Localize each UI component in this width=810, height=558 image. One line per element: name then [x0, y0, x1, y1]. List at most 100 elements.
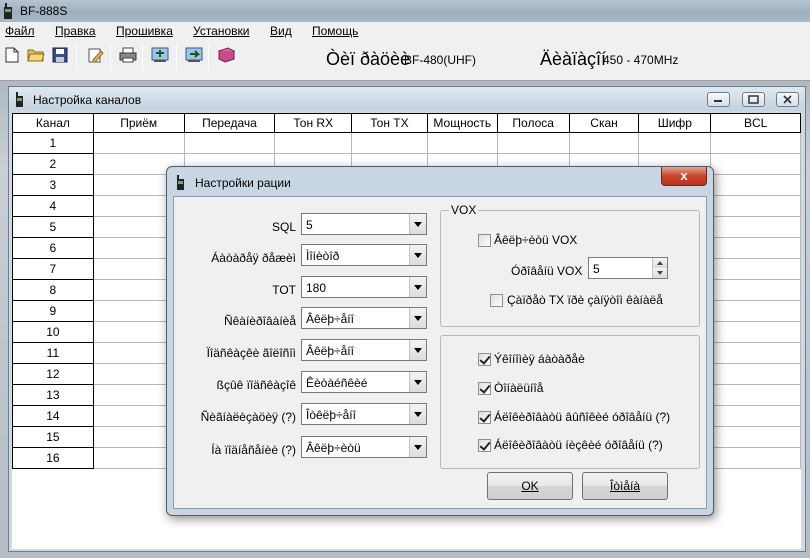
- table-cell[interactable]: [710, 405, 801, 427]
- table-cell[interactable]: [710, 132, 801, 154]
- table-cell[interactable]: [710, 174, 801, 196]
- sql-value: 5: [306, 218, 313, 232]
- table-cell[interactable]: [710, 426, 801, 448]
- column-header[interactable]: Скан: [568, 113, 640, 133]
- channel-number: 5: [12, 216, 94, 238]
- table-cell[interactable]: [710, 363, 801, 385]
- cancel-button[interactable]: Îòìåíà: [582, 472, 668, 500]
- spin-up-icon[interactable]: [652, 258, 667, 268]
- channel-number: 10: [12, 321, 94, 343]
- maximize-button[interactable]: [742, 92, 765, 107]
- menu-view[interactable]: Вид: [270, 24, 292, 38]
- scan-select[interactable]: Âêëþ÷åíî: [301, 307, 427, 329]
- table-cell[interactable]: [274, 132, 353, 154]
- table-cell[interactable]: [710, 279, 801, 301]
- table-cell[interactable]: [710, 384, 801, 406]
- sql-select[interactable]: 5: [301, 213, 427, 235]
- alarm-select[interactable]: Îòêëþ÷åíî: [301, 403, 427, 425]
- radio-settings-dialog: Настройки рации x SQL 5 Áàòàðåÿ ðåæèì Ìî…: [166, 166, 714, 516]
- menu-edit[interactable]: Правка: [55, 24, 96, 38]
- channels-window-title: Настройка каналов: [33, 93, 142, 107]
- ok-button-label: OK: [521, 479, 539, 493]
- channel-number: 9: [12, 300, 94, 322]
- table-cell[interactable]: [710, 216, 801, 238]
- column-header[interactable]: Мощность: [426, 113, 498, 133]
- menu-settings[interactable]: Установки: [193, 24, 249, 38]
- edit-icon[interactable]: [86, 45, 106, 65]
- high-level-checkbox[interactable]: [478, 411, 491, 424]
- toolbar-separator: [110, 44, 111, 70]
- column-header[interactable]: Канал: [12, 113, 94, 133]
- alarm-value: Îòêëþ÷åíî: [306, 408, 356, 422]
- table-cell[interactable]: [710, 195, 801, 217]
- table-cell[interactable]: [638, 132, 712, 154]
- chevron-down-icon: [409, 437, 426, 457]
- channel-number: 15: [12, 426, 94, 448]
- channel-number: 8: [12, 279, 94, 301]
- table-cell[interactable]: [568, 132, 640, 154]
- vox-enable-checkbox[interactable]: [478, 234, 491, 247]
- chevron-down-icon: [409, 404, 426, 424]
- table-cell[interactable]: [710, 321, 801, 343]
- column-header[interactable]: Приём: [92, 113, 185, 133]
- lift-select[interactable]: Âêëþ÷èòü: [301, 436, 427, 458]
- menu-firmware[interactable]: Прошивка: [116, 24, 173, 38]
- channel-number: 16: [12, 447, 94, 469]
- channel-number: 13: [12, 384, 94, 406]
- table-cell[interactable]: [496, 132, 570, 154]
- table-cell[interactable]: [710, 300, 801, 322]
- tone-checkbox[interactable]: [478, 382, 491, 395]
- vox-level-spinner[interactable]: 5: [588, 257, 668, 279]
- new-file-icon[interactable]: [2, 45, 22, 65]
- table-cell[interactable]: [92, 132, 185, 154]
- ok-button[interactable]: OK: [487, 472, 573, 500]
- channel-number: 7: [12, 258, 94, 280]
- print-icon[interactable]: [118, 45, 138, 65]
- vox-group-title: VOX: [449, 203, 479, 217]
- battery-mode-value: Ìîíèòîð: [306, 249, 340, 263]
- table-cell[interactable]: [351, 132, 428, 154]
- book-icon[interactable]: [216, 45, 236, 65]
- table-cell[interactable]: [710, 237, 801, 259]
- low-level-label: Áëîêèðîâàòü íèçêèé óðîâåíü (?): [494, 438, 663, 452]
- table-cell[interactable]: [710, 342, 801, 364]
- column-header[interactable]: Шифр: [638, 113, 712, 133]
- low-level-checkbox[interactable]: [478, 439, 491, 452]
- battery-save-checkbox[interactable]: [478, 353, 491, 366]
- busy-lockout-checkbox[interactable]: [490, 294, 503, 307]
- language-value: Êèòàéñêèé: [306, 376, 368, 390]
- column-header[interactable]: BCL: [710, 113, 801, 133]
- close-window-button[interactable]: [776, 92, 799, 107]
- tone-label: Òîíàëüíîå: [494, 381, 544, 395]
- minimize-button[interactable]: [707, 92, 730, 107]
- radio-icon: [16, 92, 23, 107]
- menu-file[interactable]: Файл: [5, 24, 35, 38]
- save-disk-icon[interactable]: [50, 45, 70, 65]
- battery-mode-select[interactable]: Ìîíèòîð: [301, 244, 427, 266]
- column-header[interactable]: Тон TX: [351, 113, 428, 133]
- language-select[interactable]: Êèòàéñêèé: [301, 371, 427, 393]
- read-radio-icon[interactable]: [150, 45, 170, 65]
- table-cell[interactable]: [426, 132, 498, 154]
- column-header[interactable]: Передача: [183, 113, 276, 133]
- chevron-down-icon: [409, 372, 426, 392]
- spin-down-icon[interactable]: [652, 268, 667, 278]
- chevron-down-icon: [409, 214, 426, 234]
- open-folder-icon[interactable]: [26, 45, 46, 65]
- vox-level-label: Óðîâåíü VOX: [511, 264, 583, 278]
- table-cell[interactable]: [183, 132, 276, 154]
- table-cell[interactable]: [710, 153, 801, 175]
- column-header[interactable]: Полоса: [496, 113, 570, 133]
- language-label: ßçûê ïîäñêàçîê: [216, 378, 296, 392]
- voice-prompt-value: Âêëþ÷åíî: [306, 344, 354, 358]
- dialog-close-button[interactable]: x: [661, 167, 707, 186]
- voice-prompt-select[interactable]: Âêëþ÷åíî: [301, 339, 427, 361]
- table-cell[interactable]: [710, 258, 801, 280]
- table-cell[interactable]: [710, 447, 801, 469]
- tot-select[interactable]: 180: [301, 276, 427, 298]
- battery-save-label: Ýêîíîìèÿ áàòàðåè: [494, 352, 585, 366]
- menu-help[interactable]: Помощь: [312, 24, 358, 38]
- column-header[interactable]: Тон RX: [274, 113, 353, 133]
- channel-number: 2: [12, 153, 94, 175]
- write-radio-icon[interactable]: [184, 45, 204, 65]
